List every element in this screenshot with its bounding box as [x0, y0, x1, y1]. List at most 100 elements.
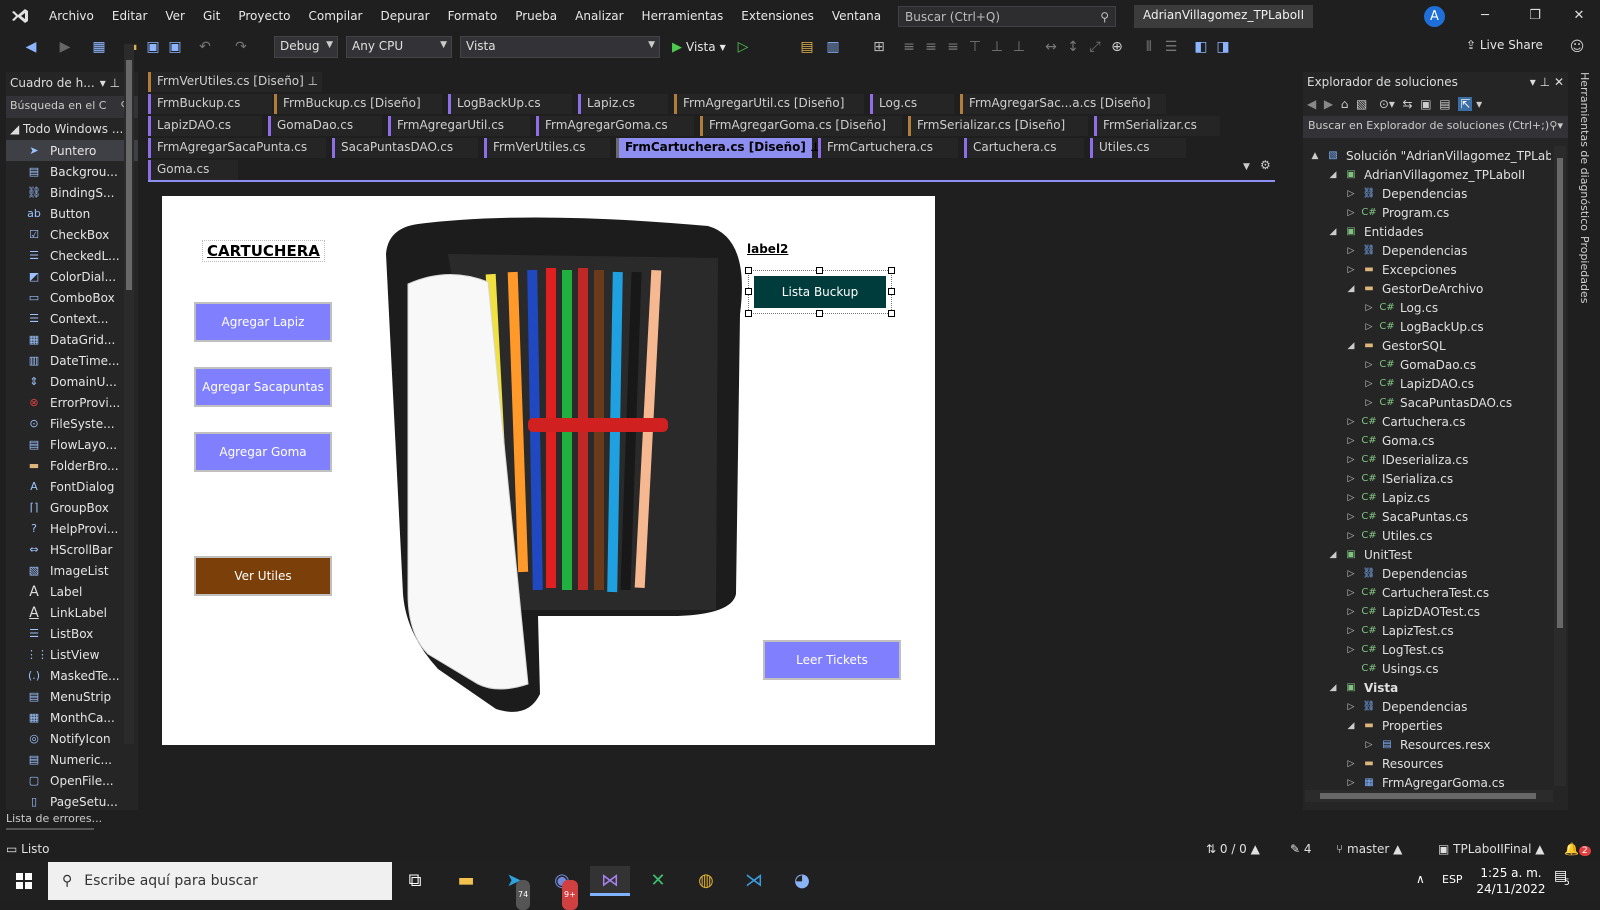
tab-cartuchera[interactable]: Cartuchera.cs — [964, 138, 1084, 158]
more-icon[interactable]: ▾ — [1476, 97, 1482, 111]
tree-item[interactable]: C# Usings.cs — [1345, 659, 1438, 678]
tab-frmagregargoma-design[interactable]: FrmAgregarGoma.cs [Diseño] — [700, 116, 902, 136]
language-indicator[interactable]: ESP — [1442, 873, 1463, 886]
expand-arrow-icon[interactable]: ◢ — [1345, 721, 1357, 731]
expand-arrow-icon[interactable]: ▷ — [1363, 379, 1375, 389]
maximize-button[interactable]: ❐ — [1512, 0, 1558, 32]
agregar-goma-button[interactable]: Agregar Goma — [194, 432, 332, 472]
tool-notifyicon[interactable]: ◎ NotifyIcon — [6, 728, 138, 749]
vertical-spacing-icon[interactable]: ☰ — [1162, 38, 1180, 56]
tree-item[interactable]: ▷ ⛓ Dependencias — [1345, 184, 1468, 203]
tab-logbackup[interactable]: LogBackUp.cs — [448, 94, 572, 114]
switch-views-icon[interactable]: ▧ — [1356, 97, 1367, 111]
tab-frmverutiles-design[interactable]: FrmVerUtiles.cs [Diseño] ⊥ — [148, 72, 322, 92]
tree-item[interactable]: ▷ C# Goma.cs — [1345, 431, 1435, 450]
expand-arrow-icon[interactable]: ◢ — [1345, 284, 1357, 294]
menu-ver[interactable]: Ver — [156, 0, 194, 32]
tree-item[interactable]: ▷ C# LogBackUp.cs — [1363, 317, 1484, 336]
preview-icon[interactable]: ⇱ — [1458, 97, 1473, 111]
tab-lapiz[interactable]: Lapiz.cs — [578, 94, 668, 114]
expand-arrow-icon[interactable]: ▷ — [1345, 246, 1357, 256]
tool-pagesetupdialog[interactable]: ▯ PageSetu... — [6, 791, 138, 812]
vscode-icon[interactable]: ⋊ — [734, 866, 774, 896]
expand-arrow-icon[interactable]: ▷ — [1345, 512, 1357, 522]
tab-frmcartuchera-design[interactable]: FrmCartuchera.cs [Diseño] ⊥ ✕ — [616, 138, 835, 158]
tree-item[interactable]: ◢ ▬ GestorSQL — [1345, 336, 1446, 355]
expand-arrow-icon[interactable]: ▷ — [1345, 626, 1357, 636]
tool-colordialog[interactable]: ◩ ColorDial... — [6, 266, 138, 287]
leer-tickets-button[interactable]: Leer Tickets — [763, 640, 901, 680]
config-select[interactable]: Debug ▼ — [274, 36, 338, 58]
tree-item[interactable]: ▷ C# SacaPuntasDAO.cs — [1363, 393, 1513, 412]
status-changes[interactable]: ⇅ 0 / 0 ▲ — [1206, 842, 1260, 856]
tab-frmserializar[interactable]: FrmSerializar.cs — [1094, 116, 1220, 136]
tab-goma[interactable]: Goma.cs — [148, 160, 238, 180]
home-icon[interactable]: ⌂ — [1341, 97, 1349, 111]
platform-select[interactable]: Any CPU ▼ — [346, 36, 452, 58]
show-all-files-icon[interactable]: ▤ — [1439, 97, 1450, 111]
spacing-icon[interactable]: ⫴ — [1140, 38, 1158, 56]
taskbar-search-input[interactable]: ⚲ Escribe aquí para buscar — [48, 862, 392, 900]
menu-editar[interactable]: Editar — [103, 0, 157, 32]
resize-handle-e[interactable] — [888, 288, 895, 295]
solution-search-input[interactable]: Buscar en Explorador de soluciones (Ctrl… — [1303, 116, 1568, 138]
same-width-icon[interactable]: ↔ — [1042, 38, 1060, 56]
align-right-icon[interactable]: ≡ — [944, 38, 962, 56]
pin-icon[interactable]: ⊥ — [1540, 75, 1550, 89]
tab-overflow-icon[interactable]: ▼ — [1243, 162, 1250, 172]
tool-maskedtextbox[interactable]: (.) MaskedTe... — [6, 665, 138, 686]
solution-horizontal-scroll-thumb[interactable] — [1320, 793, 1536, 799]
save-all-icon[interactable]: ▣ — [166, 38, 184, 56]
align-center-icon[interactable]: ≡ — [922, 38, 940, 56]
solution-name-badge[interactable]: AdrianVillagomez_TPLaboII — [1134, 5, 1314, 28]
tray-chevron-icon[interactable]: ∧ — [1416, 872, 1425, 886]
menu-archivo[interactable]: Archivo — [40, 0, 103, 32]
close-icon[interactable]: ✕ — [1554, 75, 1564, 89]
tree-item[interactable]: ▷ C# IDeserializa.cs — [1345, 450, 1469, 469]
resize-handle-se[interactable] — [888, 310, 895, 317]
expand-arrow-icon[interactable]: ◢ — [1327, 170, 1339, 180]
avatar[interactable]: A — [1424, 6, 1445, 27]
file-explorer-icon[interactable]: ▬ — [446, 866, 486, 896]
tab-log[interactable]: Log.cs — [870, 94, 954, 114]
live-share-button[interactable]: ⇪ Live Share — [1466, 38, 1543, 52]
tree-item[interactable]: ◢ ▣ AdrianVillagomez_TPLaboII — [1327, 165, 1526, 184]
same-size-icon[interactable]: ⤢ — [1086, 38, 1104, 56]
start-without-debug-icon[interactable]: ▷ — [734, 38, 752, 56]
tree-item[interactable]: ▷ ▤ Resources.resx — [1363, 735, 1491, 754]
expand-arrow-icon[interactable]: ▷ — [1345, 265, 1357, 275]
expand-arrow-icon[interactable]: ▷ — [1345, 588, 1357, 598]
clock[interactable]: 1:25 a. m. 24/11/2022 — [1476, 865, 1546, 897]
tree-item[interactable]: ▷ C# Lapiz.cs — [1345, 488, 1430, 507]
chevron-down-icon[interactable]: ▾ — [1530, 75, 1536, 89]
tab-frmbuckup-design[interactable]: FrmBuckup.cs [Diseño] — [274, 94, 442, 114]
tool-combobox[interactable]: ▭ ComboBox — [6, 287, 138, 308]
expand-arrow-icon[interactable]: ◢ — [1327, 227, 1339, 237]
expand-arrow-icon[interactable]: ▷ — [1345, 607, 1357, 617]
sql-server-icon[interactable]: ✕ — [638, 866, 678, 896]
tab-frmverutiles[interactable]: FrmVerUtiles.cs — [484, 138, 610, 158]
feedback-icon[interactable]: ☺ — [1568, 38, 1586, 56]
global-search-input[interactable]: Buscar (Ctrl+Q) ⚲ — [898, 6, 1116, 27]
tool-listbox[interactable]: ☰ ListBox — [6, 623, 138, 644]
expand-arrow-icon[interactable]: ▷ — [1345, 436, 1357, 446]
tool-menustrip[interactable]: ▤ MenuStrip — [6, 686, 138, 707]
expand-arrow-icon[interactable]: ▷ — [1345, 474, 1357, 484]
tool-checkedlistbox[interactable]: ☰ CheckedL... — [6, 245, 138, 266]
tool-filesystemwatcher[interactable]: ⊙ FileSyste... — [6, 413, 138, 434]
paint-icon[interactable]: ◕ — [782, 866, 822, 896]
tab-sacapuntasdao[interactable]: SacaPuntasDAO.cs — [332, 138, 478, 158]
tab-frmagregargoma[interactable]: FrmAgregarGoma.cs — [536, 116, 694, 136]
tree-item[interactable]: ▷ C# Log.cs — [1363, 298, 1439, 317]
tree-item[interactable]: ◢ ▬ Properties — [1345, 716, 1443, 735]
expand-arrow-icon[interactable]: ◢ — [1345, 341, 1357, 351]
tool-contextmenu[interactable]: ☰ Context... — [6, 308, 138, 329]
tree-item[interactable]: ▷ ⛓ Dependencias — [1345, 697, 1468, 716]
menu-analizar[interactable]: Analizar — [566, 0, 632, 32]
lista-buckup-button[interactable]: Lista Buckup — [752, 274, 888, 310]
close-window-button[interactable]: ✕ — [1556, 0, 1600, 32]
pending-changes-icon[interactable]: ⊙▾ — [1379, 97, 1395, 111]
status-repo[interactable]: ▣ TPLaboIIFinal ▲ — [1438, 842, 1545, 856]
menu-depurar[interactable]: Depurar — [371, 0, 438, 32]
layout-icon[interactable]: ▥ — [824, 38, 842, 56]
